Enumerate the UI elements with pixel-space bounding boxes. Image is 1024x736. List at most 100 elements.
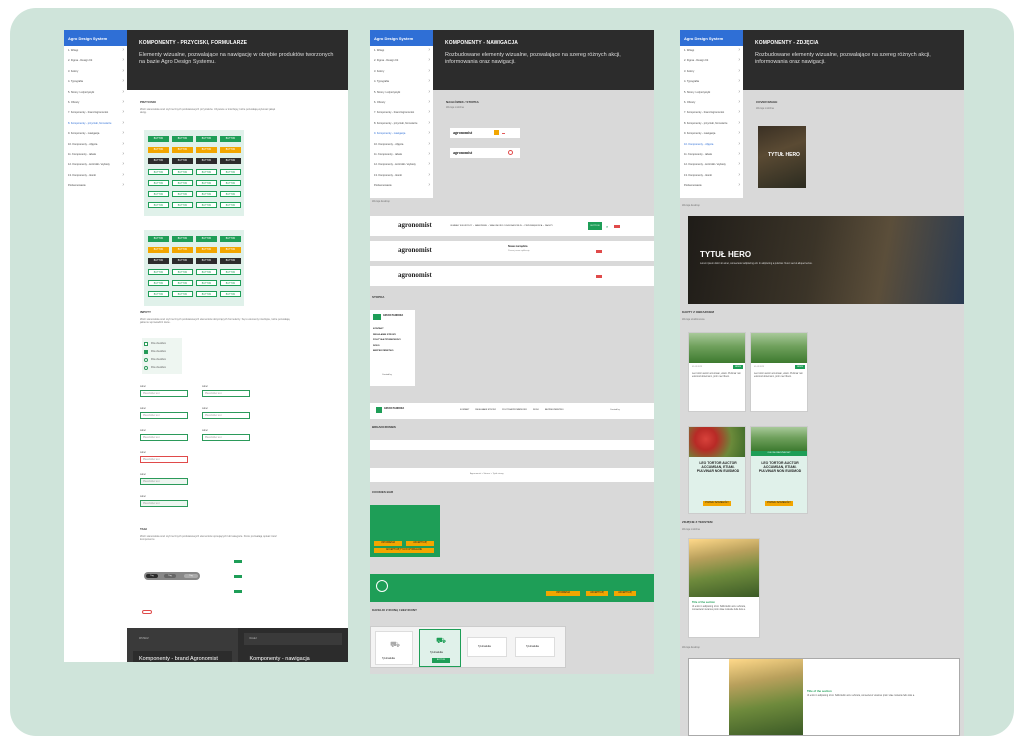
sample-button[interactable]: BUTTON (196, 180, 217, 186)
sidebar-item[interactable]: 9. Komponenty - nawigacja (680, 129, 743, 139)
sidebar-item[interactable]: 11. Komponenty - tabele (680, 150, 743, 160)
cookies-accept-all-button[interactable]: AKCEPTUJĘ (614, 591, 636, 596)
sidebar-item[interactable]: 2. Figma - Design Kit (370, 56, 433, 66)
sample-button[interactable]: BUTTON (196, 191, 217, 197)
sidebar-item[interactable]: 6. Obrazy (370, 98, 433, 108)
footer-prev[interactable]: WSTECZ Komponenty - brand Agronomist (127, 628, 238, 662)
sidebar-item[interactable]: 5. Strony / edytorystyki (370, 88, 433, 98)
footer-link[interactable]: BEZPIECZEŃSTWO (545, 409, 564, 411)
sample-button[interactable]: BUTTON (196, 269, 217, 275)
nav-links[interactable]: ODMIANY KUKURYDZY ⌄ NAWOŻENIE ⌄ WIADOMOŚ… (450, 225, 553, 227)
sample-button[interactable]: BUTTON (220, 280, 241, 286)
checkbox[interactable] (144, 342, 148, 346)
footer-link[interactable]: KONTAKT (373, 328, 413, 330)
sidebar-item[interactable]: 13. Komponenty - ikonki (370, 171, 433, 181)
logo[interactable]: agronomist (398, 246, 432, 254)
footer-link[interactable]: REGULAMIN STRONY (373, 334, 413, 336)
sidebar-item[interactable]: 2. Figma - Design Kit (680, 56, 743, 66)
sample-button[interactable]: BUTTON (172, 158, 193, 164)
sample-button[interactable]: BUTTON (172, 247, 193, 253)
cookies-settings-button[interactable]: USTAWIENIA (546, 591, 580, 596)
sample-button[interactable]: BUTTON (148, 136, 169, 142)
sample-button[interactable]: BUTTON (196, 136, 217, 142)
footer-link[interactable]: KONTAKT (460, 409, 469, 411)
text-input[interactable]: Placeholder text (140, 434, 188, 441)
sidebar-item[interactable]: 8. Komponenty - przyciski, formularze (680, 119, 743, 129)
sidebar-item[interactable]: 4. Typografia (64, 77, 127, 87)
cookies-accept-button[interactable]: AKCEPTUJĘ (406, 541, 434, 546)
sample-button[interactable]: BUTTON (196, 280, 217, 286)
sidebar-item[interactable]: 7. Komponenty - brand Agronomist (64, 108, 127, 118)
sample-button[interactable]: BUTTON (172, 236, 193, 242)
flag-icon[interactable] (614, 225, 620, 228)
flag-icon[interactable] (596, 250, 602, 253)
promo-card-1[interactable]: LEO TORTOR AUCTOR ACCUMSAN, ETIAM. PULVI… (688, 426, 746, 514)
sample-button[interactable]: BUTTON (196, 247, 217, 253)
tag-light[interactable]: Tag (184, 574, 198, 578)
sidebar-item[interactable]: 1. Wstęp (370, 46, 433, 56)
footer-link[interactable]: POLITYKA PRYWATNOŚCI (502, 409, 527, 411)
sidebar-item[interactable]: 8. Komponenty - przyciski, formularze (370, 119, 433, 129)
sidebar-item[interactable]: 11. Komponenty - tabele (370, 150, 433, 160)
sidebar-item[interactable]: 12. Komponenty - kontrolki / etykiety (680, 160, 743, 170)
promo-card-2[interactable]: OLEJ SŁONECZNIKOWY LEO TORTOR AUCTOR ACC… (750, 426, 808, 514)
sidebar-item[interactable]: 10. Komponenty - zdjęcia (680, 140, 743, 150)
sidebar-item[interactable]: 12. Komponenty - kontrolki / etykiety (370, 160, 433, 170)
sample-button[interactable]: BUTTON (196, 202, 217, 208)
sample-button[interactable]: BUTTON (172, 136, 193, 142)
logo[interactable]: agronomist (398, 271, 432, 279)
text-input[interactable]: Placeholder text (202, 412, 250, 419)
text-input[interactable]: Placeholder text (140, 500, 188, 507)
sample-button[interactable]: BUTTON (148, 291, 169, 297)
sample-button[interactable]: BUTTON (220, 202, 241, 208)
sample-button[interactable]: BUTTON (196, 258, 217, 264)
sample-button[interactable]: BUTTON (172, 191, 193, 197)
sidebar-item[interactable]: 6. Obrazy (64, 98, 127, 108)
sidebar-item[interactable]: 1. Wstęp (64, 46, 127, 56)
sidebar-item[interactable]: 4. Typografia (680, 77, 743, 87)
sample-button[interactable]: BUTTON (172, 291, 193, 297)
footer-link[interactable]: RODO (533, 409, 539, 411)
sidebar-item[interactable]: 6. Obrazy (680, 98, 743, 108)
checkbox[interactable] (144, 350, 148, 354)
sample-button[interactable]: BUTTON (172, 269, 193, 275)
sidebar-item[interactable]: 10. Komponenty - zdjęcia (64, 140, 127, 150)
footer-link[interactable]: BEZPIECZEŃSTWO (373, 350, 413, 352)
cookies-accept-button[interactable]: AKCEPTUJĘ (586, 591, 608, 596)
cookies-settings-button[interactable]: USTAWIENIA (374, 541, 402, 546)
sidebar-item[interactable]: 1. Wstęp (680, 46, 743, 56)
text-input[interactable]: Placeholder text (140, 390, 188, 397)
checkbox[interactable] (144, 358, 148, 362)
sidebar-item[interactable]: 8. Komponenty - przyciski, formularze (64, 119, 127, 129)
sample-button[interactable]: BUTTON (148, 180, 169, 186)
sample-button[interactable]: BUTTON (196, 147, 217, 153)
sample-button[interactable]: BUTTON (148, 202, 169, 208)
tile-plain-2[interactable]: Tytuł kafelka (515, 637, 555, 657)
footer-link[interactable]: RODO (373, 345, 413, 347)
text-input[interactable]: Placeholder text (202, 390, 250, 397)
footer-link[interactable]: REGULAMIN STRONY (475, 409, 496, 411)
sidebar-item[interactable]: 13. Komponenty - ikonki (64, 171, 127, 181)
sidebar-item[interactable]: 5. Strony / edytorystyki (64, 88, 127, 98)
sample-button[interactable]: BUTTON (172, 180, 193, 186)
text-input[interactable]: Placeholder text (140, 412, 188, 419)
search-icon[interactable]: ⌕ (606, 224, 608, 229)
checkbox[interactable] (144, 366, 148, 370)
sidebar-item[interactable]: Podsumowanie (680, 181, 743, 191)
sidebar-item[interactable]: 3. Kolory (370, 67, 433, 77)
sample-button[interactable]: BUTTON (220, 258, 241, 264)
sample-button[interactable]: BUTTON (220, 180, 241, 186)
sample-button[interactable]: BUTTON (196, 169, 217, 175)
sample-button[interactable]: BUTTON (172, 280, 193, 286)
tag-dark[interactable]: Tag (146, 574, 158, 578)
sample-button[interactable]: BUTTON (172, 147, 193, 153)
sidebar-item[interactable]: 12. Komponenty - kontrolki / etykiety (64, 160, 127, 170)
flag-icon[interactable]: ▬ (502, 131, 505, 135)
sample-button[interactable]: BUTTON (148, 147, 169, 153)
sample-button[interactable]: BUTTON (220, 147, 241, 153)
promo-button[interactable]: POZNAJ SZCZEGÓŁY (703, 501, 731, 506)
sidebar-item[interactable]: 9. Komponenty - nawigacja (370, 129, 433, 139)
text-input[interactable]: Placeholder text (140, 456, 188, 463)
footer-next[interactable]: DALEJ Komponenty - nawigacja (237, 628, 348, 662)
sidebar-item[interactable]: 13. Komponenty - ikonki (680, 171, 743, 181)
